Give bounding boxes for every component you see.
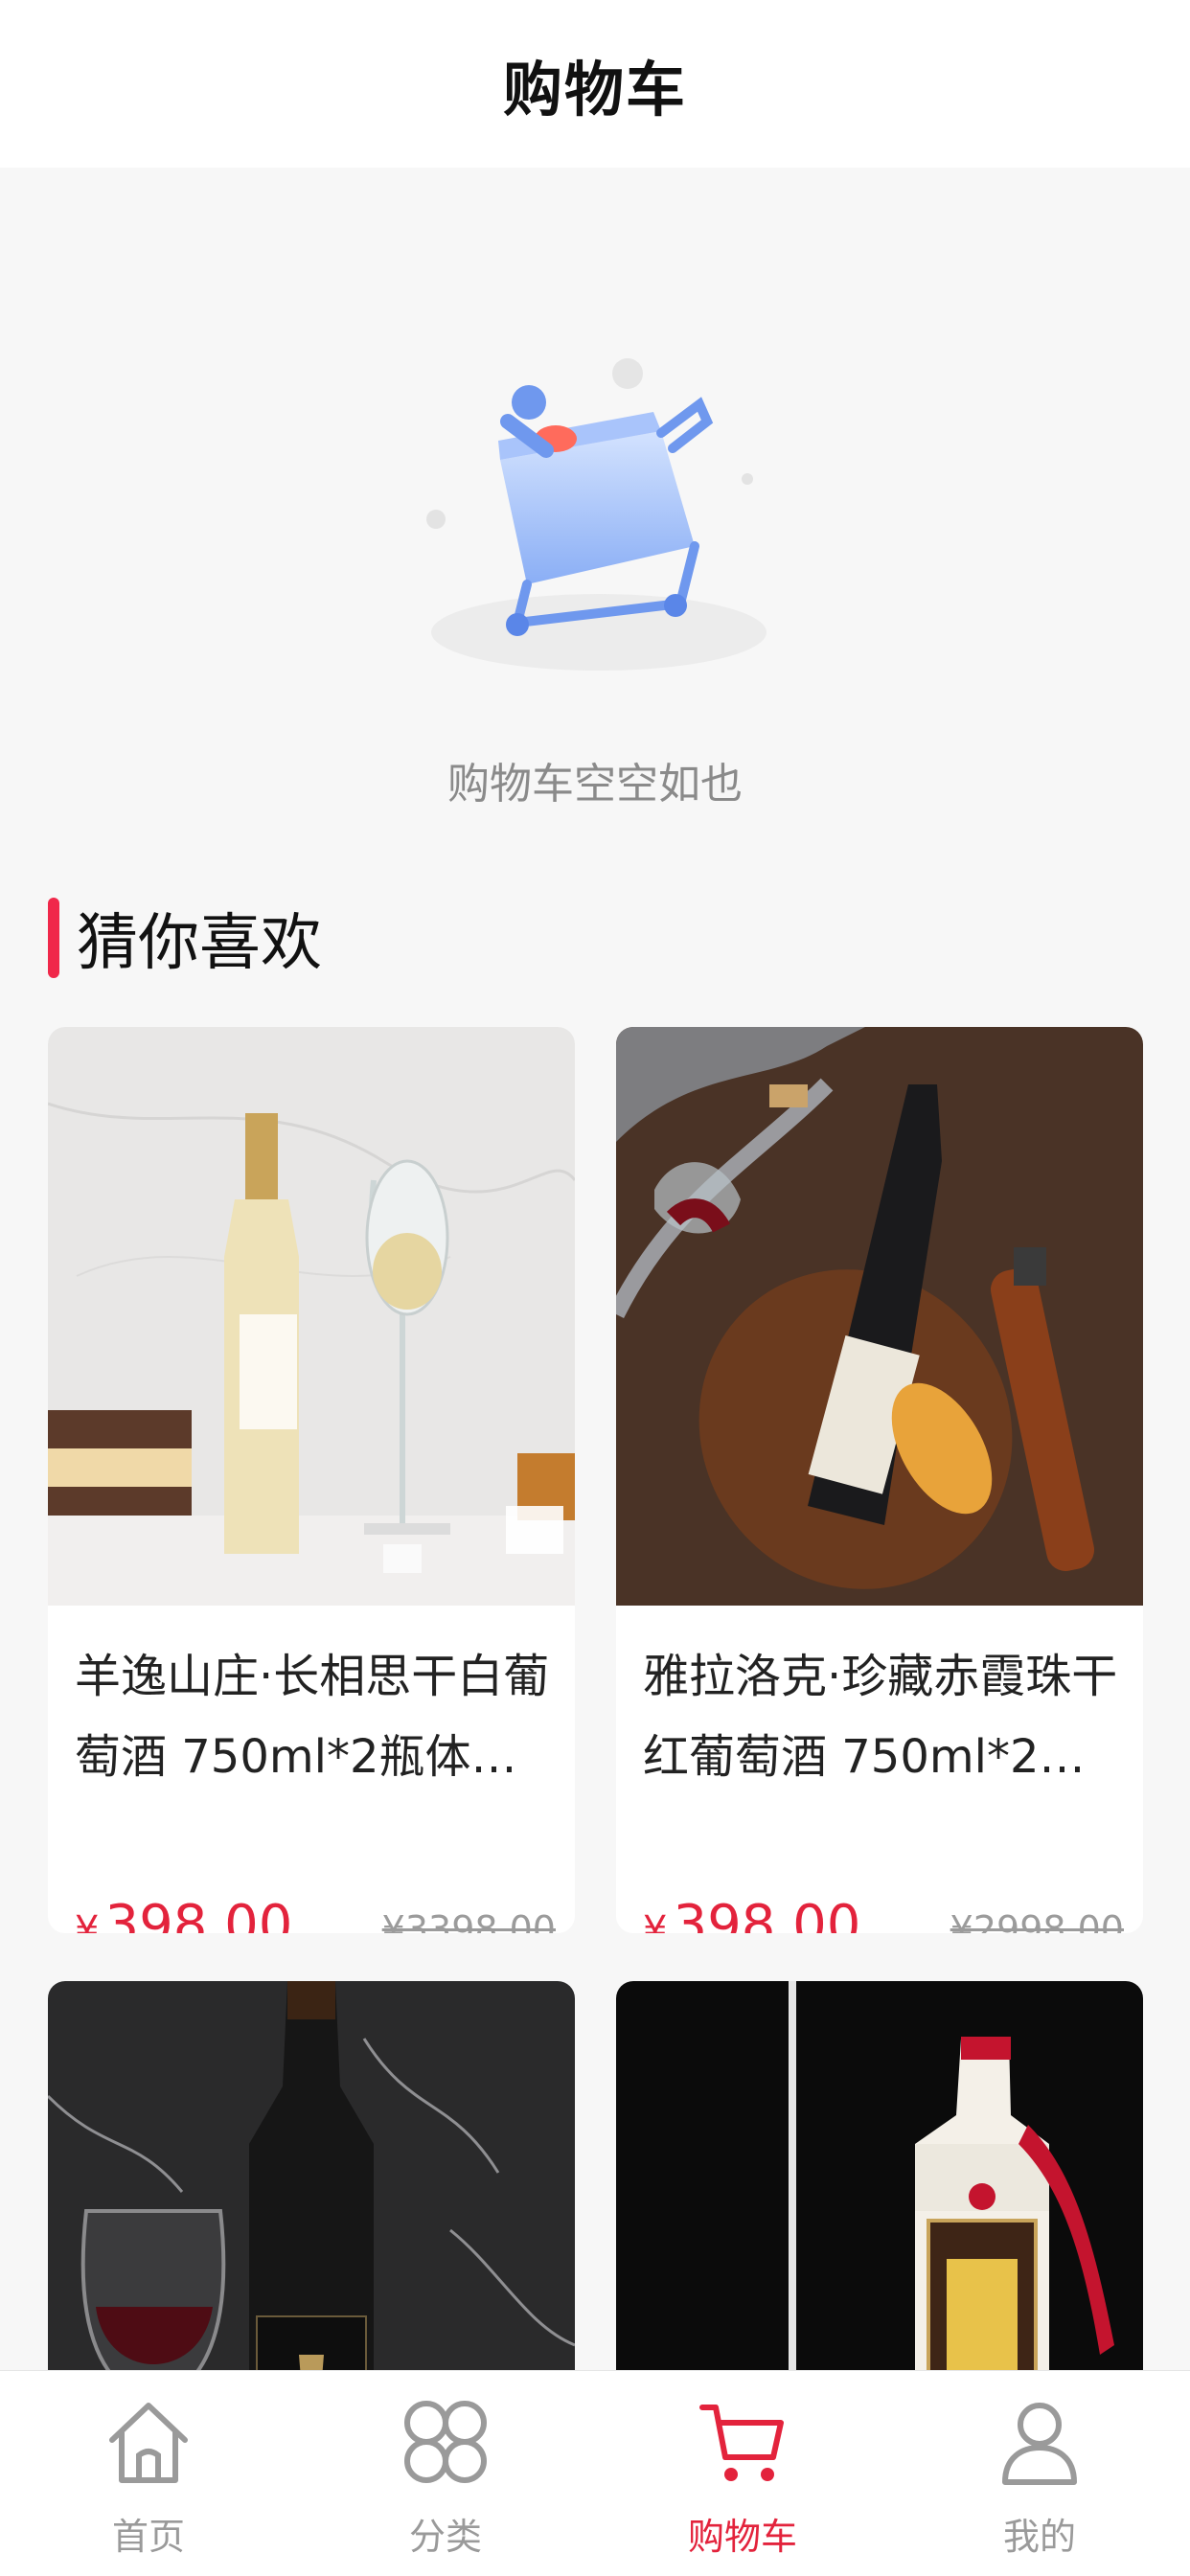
price: ¥398.00 bbox=[75, 1894, 292, 1933]
section-label: 猜你喜欢 bbox=[77, 908, 322, 979]
category-icon bbox=[404, 2401, 487, 2483]
header: 购物车 bbox=[0, 0, 1190, 168]
tab-category[interactable]: 分类 bbox=[297, 2371, 594, 2576]
page-title: 购物车 bbox=[502, 54, 687, 125]
product-card[interactable]: 雅拉洛克·珍藏赤霞珠干红葡萄酒 750ml*2瓶体验装 ¥398.00 ¥299… bbox=[616, 1027, 1143, 1933]
home-icon bbox=[109, 2403, 188, 2483]
cart-icon bbox=[699, 2405, 784, 2481]
product-name[interactable]: 羊逸山庄·长相思干白葡萄酒 750ml*2瓶体验装 bbox=[75, 1636, 554, 1797]
section-accent-bar bbox=[48, 898, 59, 978]
price-value: 398.00 bbox=[673, 1894, 861, 1933]
product-image-white-wine[interactable] bbox=[48, 1027, 575, 1606]
profile-icon bbox=[1002, 2403, 1077, 2485]
empty-cart-message: 购物车空空如也 bbox=[447, 760, 743, 809]
tab-profile[interactable]: 我的 bbox=[891, 2371, 1188, 2576]
tab-label: 我的 bbox=[1002, 2516, 1076, 2558]
price: ¥398.00 bbox=[643, 1894, 860, 1933]
product-name[interactable]: 雅拉洛克·珍藏赤霞珠干红葡萄酒 750ml*2瓶体验装 bbox=[643, 1636, 1122, 1797]
recommend-section-title: 猜你喜欢 bbox=[48, 897, 322, 979]
product-card[interactable]: 羊逸山庄·长相思干白葡萄酒 750ml*2瓶体验装 ¥398.00 ¥3398.… bbox=[48, 1027, 575, 1933]
tab-cart[interactable]: 购物车 bbox=[594, 2371, 891, 2576]
original-price: ¥3398.00 bbox=[381, 1908, 556, 1933]
currency-symbol: ¥ bbox=[75, 1908, 100, 1933]
original-price: ¥2998.00 bbox=[950, 1908, 1124, 1933]
price-value: 398.00 bbox=[104, 1894, 293, 1933]
tab-label: 购物车 bbox=[687, 2516, 797, 2558]
empty-cart-icon bbox=[426, 358, 767, 671]
price-row: ¥398.00 ¥2998.00 bbox=[643, 1889, 1124, 1933]
bottom-tab-bar: 首页 分类 购物车 我的 bbox=[0, 2370, 1190, 2576]
currency-symbol: ¥ bbox=[643, 1908, 668, 1933]
tab-label: 分类 bbox=[408, 2516, 482, 2558]
tab-home[interactable]: 首页 bbox=[0, 2371, 297, 2576]
price-row: ¥398.00 ¥3398.00 bbox=[75, 1889, 556, 1933]
product-image-red-wine[interactable] bbox=[616, 1027, 1143, 1606]
empty-cart-illustration bbox=[393, 345, 795, 690]
tab-label: 首页 bbox=[111, 2516, 185, 2558]
